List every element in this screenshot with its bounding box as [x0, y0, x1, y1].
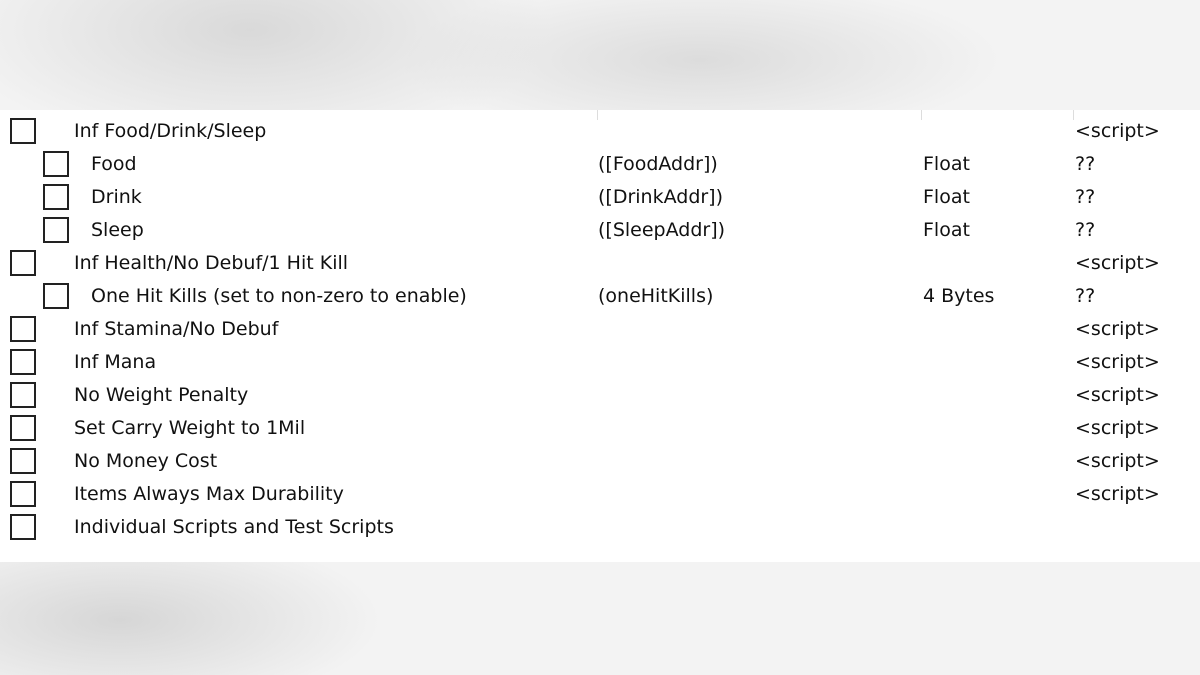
- active-checkbox[interactable]: [10, 118, 36, 144]
- value[interactable]: <script>: [1075, 383, 1160, 407]
- active-checkbox[interactable]: [10, 481, 36, 507]
- value[interactable]: <script>: [1075, 251, 1160, 275]
- active-checkbox[interactable]: [10, 415, 36, 441]
- value[interactable]: <script>: [1075, 416, 1160, 440]
- value[interactable]: ??: [1075, 284, 1095, 308]
- value-type[interactable]: 4 Bytes: [923, 284, 994, 308]
- active-checkbox[interactable]: [43, 217, 69, 243]
- table-row[interactable]: Individual Scripts and Test Scripts: [0, 511, 1200, 544]
- value[interactable]: ??: [1075, 152, 1095, 176]
- table-row[interactable]: Inf Stamina/No Debuf <script>: [0, 313, 1200, 346]
- value[interactable]: <script>: [1075, 119, 1160, 143]
- description[interactable]: Inf Food/Drink/Sleep: [74, 119, 266, 143]
- cheat-table: Inf Food/Drink/Sleep <script> Food ([FoodAd…: [0, 110, 1200, 562]
- description[interactable]: No Weight Penalty: [74, 383, 248, 407]
- description[interactable]: One Hit Kills (set to non-zero to enable…: [91, 284, 467, 308]
- value-type[interactable]: Float: [923, 152, 970, 176]
- description[interactable]: Items Always Max Durability: [74, 482, 344, 506]
- active-checkbox[interactable]: [10, 448, 36, 474]
- active-checkbox[interactable]: [43, 184, 69, 210]
- table-row[interactable]: Drink ([DrinkAddr]) Float??: [0, 181, 1200, 214]
- table-row[interactable]: Inf Food/Drink/Sleep <script>: [0, 115, 1200, 148]
- value[interactable]: <script>: [1075, 350, 1160, 374]
- table-row[interactable]: Inf Mana <script>: [0, 346, 1200, 379]
- table-row[interactable]: No Money Cost <script>: [0, 445, 1200, 478]
- table-row[interactable]: Items Always Max Durability <script>: [0, 478, 1200, 511]
- address[interactable]: ([FoodAddr]): [598, 152, 718, 176]
- value-type[interactable]: Float: [923, 218, 970, 242]
- value[interactable]: <script>: [1075, 449, 1160, 473]
- table-row[interactable]: One Hit Kills (set to non-zero to enable…: [0, 280, 1200, 313]
- description[interactable]: Individual Scripts and Test Scripts: [74, 515, 394, 539]
- address[interactable]: ([DrinkAddr]): [598, 185, 723, 209]
- table-row[interactable]: Sleep ([SleepAddr]) Float??: [0, 214, 1200, 247]
- table-row[interactable]: Food ([FoodAddr]) Float??: [0, 148, 1200, 181]
- description[interactable]: Set Carry Weight to 1Mil: [74, 416, 305, 440]
- table-row[interactable]: Set Carry Weight to 1Mil <script>: [0, 412, 1200, 445]
- description[interactable]: Sleep: [91, 218, 144, 242]
- value[interactable]: ??: [1075, 218, 1095, 242]
- value[interactable]: ??: [1075, 185, 1095, 209]
- description[interactable]: No Money Cost: [74, 449, 217, 473]
- active-checkbox[interactable]: [43, 283, 69, 309]
- description[interactable]: Drink: [91, 185, 142, 209]
- table-row[interactable]: Inf Health/No Debuf/1 Hit Kill <script>: [0, 247, 1200, 280]
- active-checkbox[interactable]: [10, 514, 36, 540]
- active-checkbox[interactable]: [10, 250, 36, 276]
- description[interactable]: Inf Mana: [74, 350, 156, 374]
- value[interactable]: <script>: [1075, 317, 1160, 341]
- active-checkbox[interactable]: [10, 382, 36, 408]
- value[interactable]: <script>: [1075, 482, 1160, 506]
- active-checkbox[interactable]: [43, 151, 69, 177]
- table-row[interactable]: No Weight Penalty <script>: [0, 379, 1200, 412]
- address[interactable]: ([SleepAddr]): [598, 218, 725, 242]
- address[interactable]: (oneHitKills): [598, 284, 713, 308]
- description[interactable]: Inf Health/No Debuf/1 Hit Kill: [74, 251, 348, 275]
- active-checkbox[interactable]: [10, 316, 36, 342]
- description[interactable]: Inf Stamina/No Debuf: [74, 317, 278, 341]
- value-type[interactable]: Float: [923, 185, 970, 209]
- description[interactable]: Food: [91, 152, 137, 176]
- active-checkbox[interactable]: [10, 349, 36, 375]
